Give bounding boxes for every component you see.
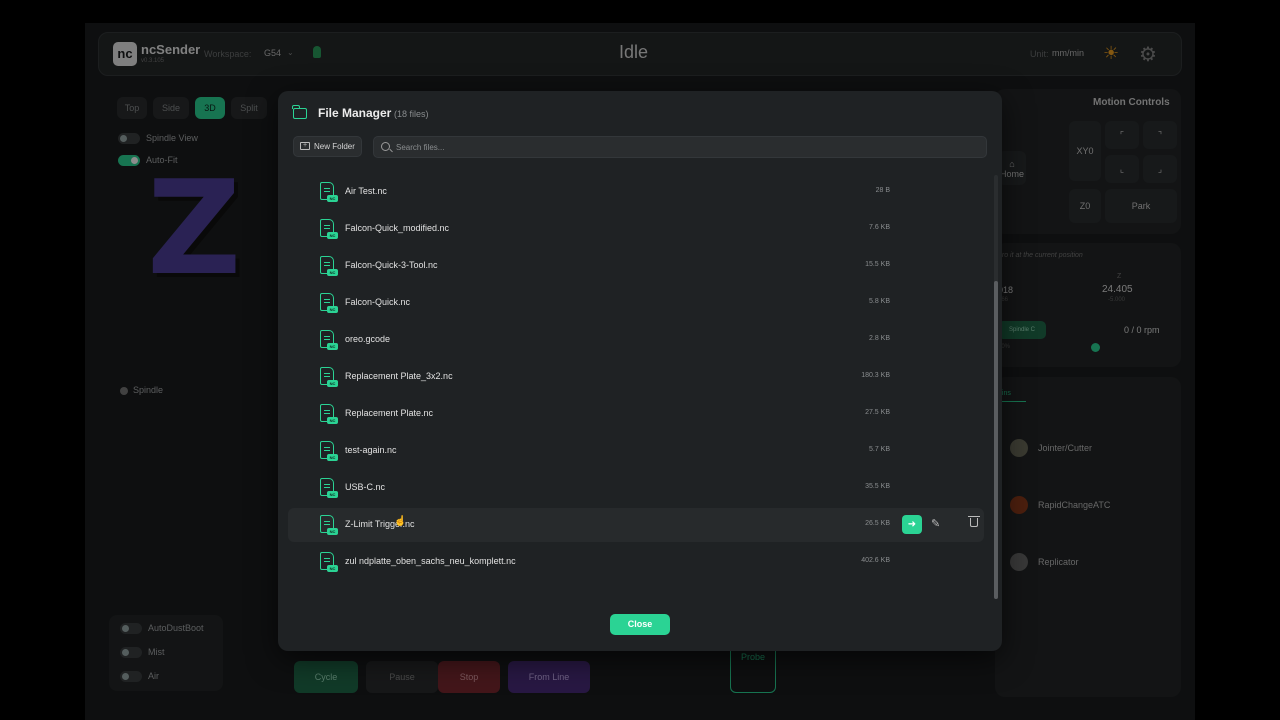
load-file-button[interactable]: ➜ (902, 515, 922, 534)
new-folder-label: New Folder (314, 142, 355, 151)
file-manager-dialog: File Manager (18 files) + New Folder NC … (278, 91, 1002, 651)
mouse-cursor-icon: ☝ (394, 516, 407, 527)
file-size: 5.8 KB (868, 298, 890, 305)
file-row[interactable]: NC zul ndplatte_oben_sachs_neu_komplett.… (288, 545, 984, 579)
delete-file-trash-icon[interactable] (968, 516, 980, 527)
file-count: (18 files) (394, 109, 429, 119)
arrow-right-icon: ➜ (907, 519, 917, 530)
file-size: 35.5 KB (865, 483, 890, 490)
file-name: zul ndplatte_oben_sachs_neu_komplett.nc (345, 556, 516, 566)
file-badge: NC (327, 528, 338, 535)
scrollbar-thumb[interactable] (994, 281, 998, 599)
file-name: Falcon-Quick_modified.nc (345, 223, 450, 233)
file-row[interactable]: NC Falcon-Quick_modified.nc 7.6 KB (288, 212, 984, 246)
file-name: Air Test.nc (345, 186, 387, 196)
file-row[interactable]: NC oreo.gcode 2.8 KB (288, 323, 984, 357)
file-name: test-again.nc (345, 445, 397, 455)
file-row[interactable]: NC Air Test.nc 28 B (288, 175, 984, 209)
file-badge: NC (327, 195, 338, 202)
file-name: USB-C.nc (345, 482, 386, 492)
file-row[interactable]: NC Replacement Plate.nc 27.5 KB (288, 397, 984, 431)
file-size: 28 B (875, 187, 890, 194)
file-row[interactable]: NC Replacement Plate_3x2.nc 180.3 KB (288, 360, 984, 394)
file-name: oreo.gcode (345, 334, 391, 344)
file-size: 15.5 KB (865, 261, 890, 268)
file-badge: NC (327, 269, 338, 276)
file-badge: NC (327, 380, 338, 387)
file-name: Falcon-Quick-3-Tool.nc (345, 260, 438, 270)
file-badge: NC (327, 491, 338, 498)
edit-file-pencil-icon[interactable]: ✎ (931, 517, 940, 530)
file-badge: NC (327, 417, 338, 424)
file-badge: NC (327, 565, 338, 572)
file-row[interactable]: NC Falcon-Quick-3-Tool.nc 15.5 KB (288, 249, 984, 283)
search-icon (381, 142, 390, 151)
file-list: NC Air Test.nc 28 B NC Falcon-Quick_modi… (288, 175, 986, 601)
file-badge: NC (327, 232, 338, 239)
file-size: 2.8 KB (868, 335, 890, 342)
file-badge: NC (327, 306, 338, 313)
search-box (373, 136, 987, 158)
file-row[interactable]: NC Falcon-Quick.nc 5.8 KB (288, 286, 984, 320)
file-name: Replacement Plate_3x2.nc (345, 371, 453, 381)
file-size: 26.5 KB (865, 520, 890, 527)
file-badge: NC (327, 343, 338, 350)
file-row[interactable]: NC test-again.nc 5.7 KB (288, 434, 984, 468)
file-row[interactable]: NC USB-C.nc 35.5 KB (288, 471, 984, 505)
new-folder-button[interactable]: + New Folder (293, 136, 362, 157)
search-input[interactable] (396, 139, 976, 155)
file-row[interactable]: NC Z-Limit Trigger.nc 26.5 KB ➜ ✎ (288, 508, 984, 542)
file-badge: NC (327, 454, 338, 461)
new-folder-icon: + (300, 142, 310, 150)
file-size: 27.5 KB (865, 409, 890, 416)
file-size: 7.6 KB (868, 224, 890, 231)
file-name: Falcon-Quick.nc (345, 297, 411, 307)
folder-icon (292, 105, 307, 119)
file-name: Replacement Plate.nc (345, 408, 434, 418)
dialog-title: File Manager (318, 106, 392, 120)
file-size: 180.3 KB (861, 372, 890, 379)
file-size: 5.7 KB (868, 446, 890, 453)
file-size: 402.6 KB (861, 557, 890, 564)
close-button[interactable]: Close (610, 614, 670, 635)
